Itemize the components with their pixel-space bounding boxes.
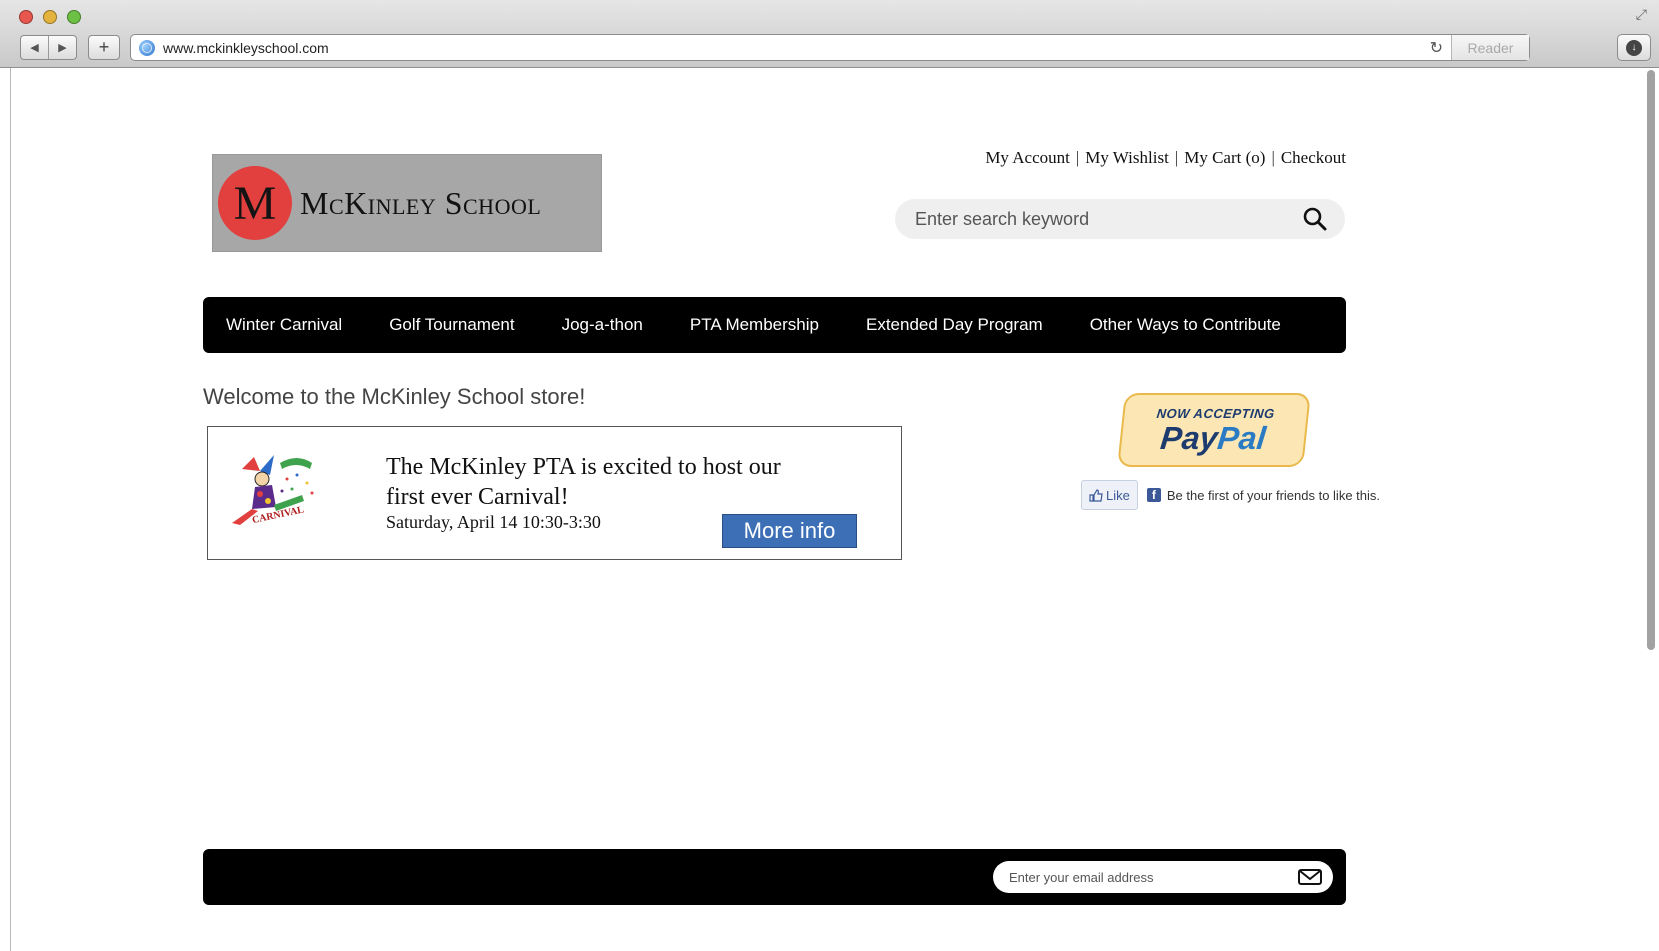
fullscreen-icon[interactable]: ⤢ [1636,6,1647,23]
envelope-icon[interactable] [1297,867,1323,887]
nav-item-golf-tournament[interactable]: Golf Tournament [389,315,514,335]
nav-item-extended-day-program[interactable]: Extended Day Program [866,315,1043,335]
minimize-window-button[interactable] [43,10,57,24]
banner-title: The McKinley PTA is excited to host our … [386,454,781,510]
my-wishlist-link[interactable]: My Wishlist [1085,148,1169,168]
back-forward-group: ◀ ▶ [20,35,77,60]
nav-item-winter-carnival[interactable]: Winter Carnival [226,315,342,335]
welcome-heading: Welcome to the McKinley School store! [203,384,586,409]
facebook-like-widget: Like f Be the first of your friends to l… [1081,480,1380,510]
browser-toolbar: ⤢ ◀ ▶ + www.mckinkleyschool.com ↻ Reader… [0,0,1659,68]
like-label: Like [1106,487,1130,503]
url-text[interactable]: www.mckinkleyschool.com [163,40,1430,56]
nav-item-other-ways-to-contribute[interactable]: Other Ways to Contribute [1090,315,1281,335]
forward-button[interactable]: ▶ [48,36,76,59]
email-input[interactable] [1009,869,1297,885]
download-icon: ↓ [1626,39,1642,56]
logo-circle: M [218,166,292,240]
address-bar[interactable]: www.mckinkleyschool.com ↻ Reader [130,34,1530,61]
link-separator: | [1271,148,1275,167]
facebook-like-text: Be the first of your friends to like thi… [1166,487,1381,503]
new-tab-button[interactable]: + [88,35,120,60]
carnival-banner: CARNIVAL The McKinley PTA is excited to … [207,426,902,560]
link-separator: | [1075,148,1080,167]
thumbs-up-icon [1089,488,1103,502]
my-account-link[interactable]: My Account [985,148,1070,168]
facebook-like-button[interactable]: Like [1081,480,1138,510]
paypal-accepting-text: NOW ACCEPTING [1156,405,1276,421]
globe-icon [139,39,155,56]
back-button[interactable]: ◀ [21,36,48,59]
search-input[interactable] [915,208,1295,230]
reader-button[interactable]: Reader [1451,35,1529,60]
footer-bar [203,849,1346,905]
account-links: My Account | My Wishlist | My Cart (o) |… [968,148,1346,168]
paypal-pay-text: Pay [1158,419,1220,456]
search-bar [895,199,1345,239]
checkout-link[interactable]: Checkout [1281,148,1346,168]
newsletter-form [993,861,1333,893]
facebook-icon: f [1146,488,1161,502]
nav-item-jog-a-thon[interactable]: Jog-a-thon [562,315,643,335]
reload-icon[interactable]: ↻ [1430,38,1443,58]
paypal-pal-text: Pal [1215,419,1268,456]
search-icon[interactable] [1295,199,1335,239]
scrollbar-thumb[interactable] [1647,70,1655,650]
link-separator: | [1174,148,1179,167]
logo-text: McKinley School [300,184,542,221]
zoom-window-button[interactable] [67,10,81,24]
main-navigation: Winter Carnival Golf Tournament Jog-a-th… [203,297,1346,353]
banner-date: Saturday, April 14 10:30-3:30 [386,512,601,532]
downloads-button[interactable]: ↓ [1617,34,1651,61]
my-cart-link[interactable]: My Cart (o) [1184,148,1265,168]
nav-item-pta-membership[interactable]: PTA Membership [690,315,819,335]
site-logo[interactable]: M McKinley School [212,154,602,252]
vertical-scrollbar[interactable] [1645,70,1657,650]
carnival-jester-image: CARNIVAL [232,455,314,526]
paypal-logo: PayPal [1158,419,1268,456]
paypal-badge[interactable]: NOW ACCEPTING PayPal [1117,393,1311,467]
more-info-button[interactable]: More info [722,514,857,548]
close-window-button[interactable] [19,10,33,24]
